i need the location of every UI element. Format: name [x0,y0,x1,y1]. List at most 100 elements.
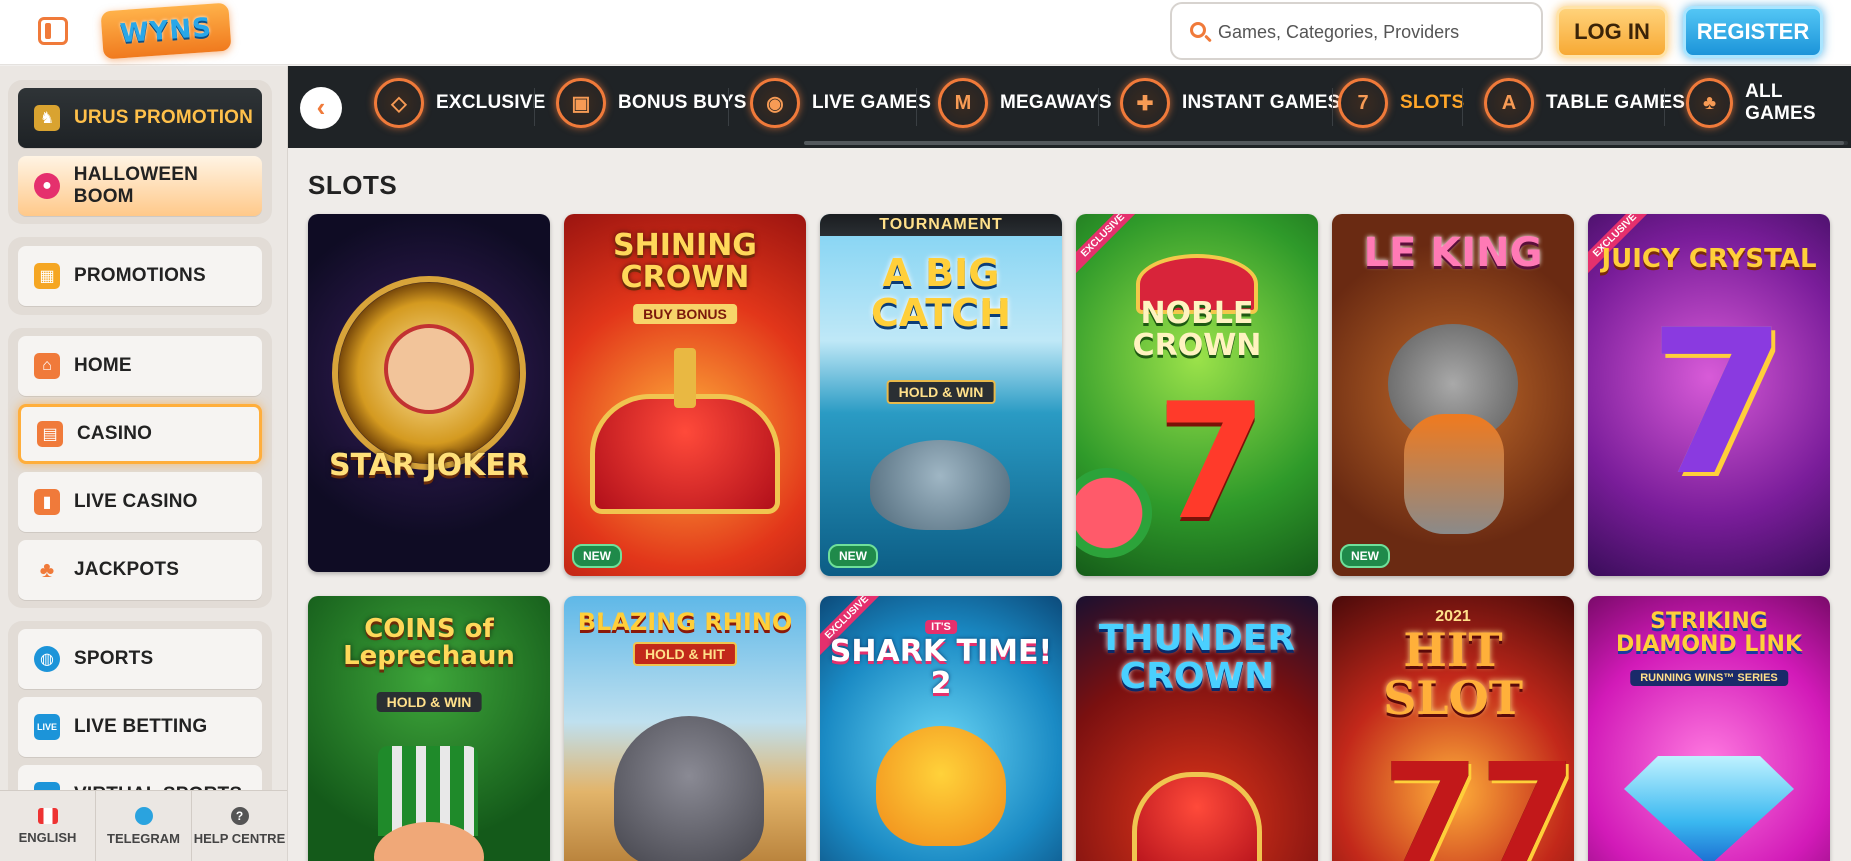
game-tile-thunder-crown[interactable]: THUNDER CROWN [1076,596,1318,861]
wyns-logo[interactable]: WYNS [100,2,232,60]
shark-art [876,726,1006,846]
game-tile-blazing-rhino[interactable]: BLAZING RHINO HOLD & HIT [564,596,806,861]
sidebar-item-promotions[interactable]: ▦ PROMOTIONS [18,246,262,306]
sidebar-item-jackpots[interactable]: ♣ JACKPOTS [18,540,262,600]
category-scrollbar[interactable] [804,141,1848,145]
search-box[interactable] [1170,2,1543,60]
sidebar-item-label: HALLOWEEN BOOM [73,164,199,207]
sidebar-item-live-casino[interactable]: ▮ LIVE CASINO [18,472,262,532]
sidebar-item-label: LIVE BETTING [74,716,208,737]
sidebar-toggle-icon[interactable] [38,17,68,45]
casino-nav-group: ⌂ HOME ▤ CASINO ▮ LIVE CASINO ♣ JACKPOTS [8,328,272,608]
game-title: STRIKING DIAMOND LINK [1615,609,1803,658]
register-button[interactable]: REGISTER [1683,6,1823,58]
category-scroll-left-button[interactable]: ‹ [300,87,342,129]
category-bar: ‹ ◇ EXCLUSIVE ▣ BONUS BUYS ◉ LIVE GAMES … [288,66,1851,148]
gift-box-icon: ▣ [556,78,606,128]
bull-icon: ♞ [34,105,60,131]
game-tile-noble-crown[interactable]: EXCLUSIVE NOBLE CROWN 7 [1076,214,1318,576]
game-tile-juicy-crystal[interactable]: EXCLUSIVE JUICY CRYSTAL 7 [1588,214,1830,576]
playing-card-icon: A [1484,78,1534,128]
ball-icon: ◍ [34,646,60,672]
telegram-icon [134,806,153,825]
sidebar-item-urus-promotion[interactable]: ♞ URUS PROMOTION [18,88,262,148]
section-title: SLOTS [308,170,398,200]
tournament-banner: TOURNAMENT [820,214,1062,236]
seven-art: 77 [1382,734,1574,861]
language-button[interactable]: ENGLISH [0,791,96,861]
telegram-label: TELEGRAM [107,830,180,846]
new-badge: NEW [1340,544,1390,568]
login-button[interactable]: LOG IN [1556,6,1668,58]
game-subtitle: HOLD & WIN [376,692,482,712]
game-tile-a-big-catch[interactable]: TOURNAMENT A BIG CATCH HOLD & WIN NEW [820,214,1062,576]
home-icon: ⌂ [34,353,60,379]
category-label: SLOTS [1400,92,1465,113]
gift-icon: ▦ [34,263,60,289]
category-all-games[interactable]: ♣ ALL GAMES [1686,75,1851,131]
megaways-icon: M [938,78,988,128]
sidebar-bottom-bar: ENGLISH TELEGRAM ? HELP CENTRE [0,790,287,861]
game-tile-le-king[interactable]: LE KING NEW [1332,214,1574,576]
new-badge: NEW [572,544,622,568]
search-input[interactable] [1218,18,1518,46]
sidebar-item-label: HOME [74,355,132,376]
exclusive-ribbon: EXCLUSIVE [1076,214,1148,280]
category-megaways[interactable]: M MEGAWAYS [938,75,1112,131]
game-tile-shark-time-2[interactable]: EXCLUSIVE IT'S SHARK TIME! 2 [820,596,1062,861]
search-icon [1190,22,1206,38]
sidebar-item-sports[interactable]: ◍ SPORTS [18,629,262,689]
slot-machine-icon: ▤ [37,421,63,447]
category-label: MEGAWAYS [1000,92,1112,113]
category-divider [534,88,535,126]
help-centre-button[interactable]: ? HELP CENTRE [192,791,287,861]
help-icon: ? [230,806,249,825]
game-tile-coins-of-leprechaun[interactable]: COINS of Leprechaun HOLD & WIN [308,596,550,861]
category-label: LIVE GAMES [812,92,932,113]
flag-icon [37,807,58,824]
game-title: THUNDER CROWN [1098,618,1296,697]
sidebar-item-home[interactable]: ⌂ HOME [18,336,262,396]
telegram-button[interactable]: TELEGRAM [96,791,192,861]
category-divider [1332,88,1333,126]
category-label: ALL GAMES [1745,81,1816,124]
category-exclusive[interactable]: ◇ EXCLUSIVE [374,75,546,131]
game-tile-star-joker[interactable]: STAR JOKER [308,214,550,572]
crown-art [590,394,780,514]
help-centre-label: HELP CENTRE [193,830,286,846]
diamond-icon: ◇ [374,78,424,128]
category-bonus-buys[interactable]: ▣ BONUS BUYS [556,75,747,131]
category-divider [1664,88,1665,126]
game-title: SHARK TIME! 2 [829,634,1053,701]
cards-icon: ▮ [34,489,60,515]
sidebar-item-halloween-boom[interactable]: ● HALLOWEEN BOOM [18,156,262,216]
sidebar: ♞ URUS PROMOTION ● HALLOWEEN BOOM ▦ PROM… [0,66,288,861]
sidebar-item-live-betting[interactable]: LIVE LIVE BETTING [18,697,262,757]
category-scrollbar-thumb[interactable] [804,141,1844,145]
game-tile-shining-crown[interactable]: SHINING CROWN BUY BONUS NEW [564,214,806,576]
game-subtitle: BUY BONUS [633,304,737,324]
crown-art [1132,772,1262,861]
sidebar-item-label: URUS PROMOTION [74,107,254,128]
gamepad-icon: ✚ [1120,78,1170,128]
seven-art: 7 [1648,287,1788,520]
category-table-games[interactable]: A TABLE GAMES [1484,75,1685,131]
game-title: BLAZING RHINO [577,608,793,636]
game-title: LE KING [1363,230,1543,276]
sidebar-item-casino[interactable]: ▤ CASINO [18,404,262,464]
promotions-group: ▦ PROMOTIONS [8,237,272,315]
category-label: INSTANT GAMES [1182,92,1341,113]
category-instant-games[interactable]: ✚ INSTANT GAMES [1120,75,1340,131]
clover-icon: ♣ [39,557,55,582]
category-live-games[interactable]: ◉ LIVE GAMES [750,75,931,131]
game-tile-striking-diamond-link[interactable]: STRIKING DIAMOND LINK RUNNING WINS™ SERI… [1588,596,1830,861]
shark-art [870,440,1010,530]
seven-art: 7 [1156,368,1268,555]
game-title: A BIG CATCH [871,251,1011,335]
category-slots[interactable]: 7 SLOTS [1338,75,1464,131]
watermelon-art [1076,468,1152,558]
new-badge: NEW [828,544,878,568]
games-section: SLOTS STAR JOKER SHINING CROWN BUY BONUS… [288,148,1851,861]
game-tile-hit-slot[interactable]: 2021 HIT SLOT 77 [1332,596,1574,861]
slots-777-icon: 7 [1338,78,1388,128]
